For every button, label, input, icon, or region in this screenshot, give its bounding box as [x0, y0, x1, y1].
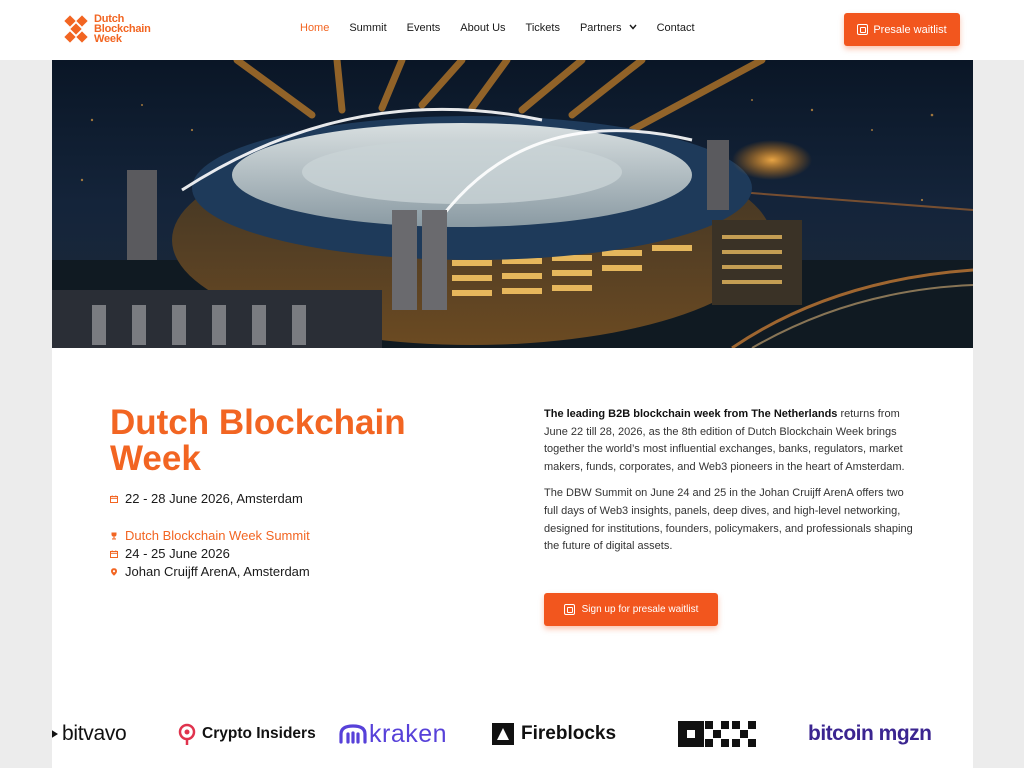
partner-logo-kraken[interactable]: kraken [339, 712, 447, 756]
partner-logos: bitvavo Crypto Insiders kraken Fireblock… [52, 712, 973, 756]
summit-location: Johan Cruijff ArenA, Amsterdam [125, 564, 310, 579]
waitlist-icon [563, 604, 575, 615]
partner-label: kraken [369, 719, 448, 748]
description-paragraph-2: The DBW Summit on June 24 and 25 in the … [544, 487, 913, 553]
fireblocks-mark-icon [492, 723, 514, 745]
site-header: Dutch Blockchain Week Home Summit Events… [0, 0, 1024, 60]
partner-logo-bitcoin-magazine[interactable]: bitcoin mgzn [808, 712, 932, 756]
signup-presale-label: Sign up for presale waitlist [581, 604, 699, 615]
description-lead: The leading B2B blockchain week from The… [544, 408, 838, 420]
nav-events[interactable]: Events [407, 22, 441, 34]
summit-link-row[interactable]: Dutch Blockchain Week Summit [110, 528, 450, 543]
waitlist-icon [857, 24, 869, 35]
page-title: Dutch Blockchain Week [110, 403, 406, 478]
event-description: The leading B2B blockchain week from The… [544, 406, 916, 556]
main-nav: Home Summit Events About Us Tickets Part… [300, 22, 695, 34]
nav-home[interactable]: Home [300, 22, 329, 34]
brand-mark-icon [64, 15, 88, 43]
presale-waitlist-button[interactable]: Presale waitlist [844, 13, 960, 46]
description-paragraph-1: The leading B2B blockchain week from The… [544, 406, 916, 476]
partner-logo-bitvavo[interactable]: bitvavo [52, 712, 127, 756]
bitvavo-mark-icon [52, 730, 58, 738]
chevron-down-icon [629, 24, 637, 30]
event-dates-row: 22 - 28 June 2026, Amsterdam [110, 491, 450, 506]
partner-label: bitvavo [62, 722, 127, 745]
signup-presale-button[interactable]: Sign up for presale waitlist [544, 593, 718, 626]
partner-label: bitcoin mgzn [808, 722, 932, 745]
brand-wordmark: Dutch Blockchain Week [94, 13, 151, 45]
summit-dates-row: 24 - 25 June 2026 [110, 546, 450, 561]
trophy-icon [111, 532, 117, 539]
stadium-illustration [52, 60, 973, 348]
nav-partners-label: Partners [579, 22, 622, 34]
partner-label: Fireblocks [521, 723, 617, 744]
nav-tickets[interactable]: Tickets [526, 22, 560, 34]
okx-logo-icon [678, 721, 756, 747]
partner-label: Crypto Insiders [202, 725, 316, 742]
location-pin-icon [111, 567, 117, 576]
crypto-insiders-mark-icon [178, 723, 196, 745]
summit-name-link[interactable]: Dutch Blockchain Week Summit [125, 528, 310, 543]
partner-logo-okx[interactable] [678, 712, 758, 756]
calendar-icon [110, 550, 118, 558]
presale-waitlist-label: Presale waitlist [873, 23, 947, 36]
nav-contact[interactable]: Contact [657, 22, 695, 34]
summit-location-row: Johan Cruijff ArenA, Amsterdam [110, 564, 450, 579]
partner-logo-fireblocks[interactable]: Fireblocks [492, 712, 616, 756]
kraken-mark-icon [339, 724, 367, 744]
partner-logo-crypto-insiders[interactable]: Crypto Insiders [177, 712, 316, 756]
calendar-icon [110, 495, 118, 503]
nav-partners[interactable]: Partners [580, 22, 637, 34]
summit-dates: 24 - 25 June 2026 [125, 546, 230, 561]
hero-stadium-image [52, 60, 973, 348]
event-info: Dutch Blockchain Week 22 - 28 June 2026,… [110, 405, 450, 579]
brand-logo[interactable]: Dutch Blockchain Week [64, 13, 151, 45]
nav-about-us[interactable]: About Us [460, 22, 505, 34]
nav-summit[interactable]: Summit [349, 22, 386, 34]
event-dates: 22 - 28 June 2026, Amsterdam [125, 491, 303, 506]
